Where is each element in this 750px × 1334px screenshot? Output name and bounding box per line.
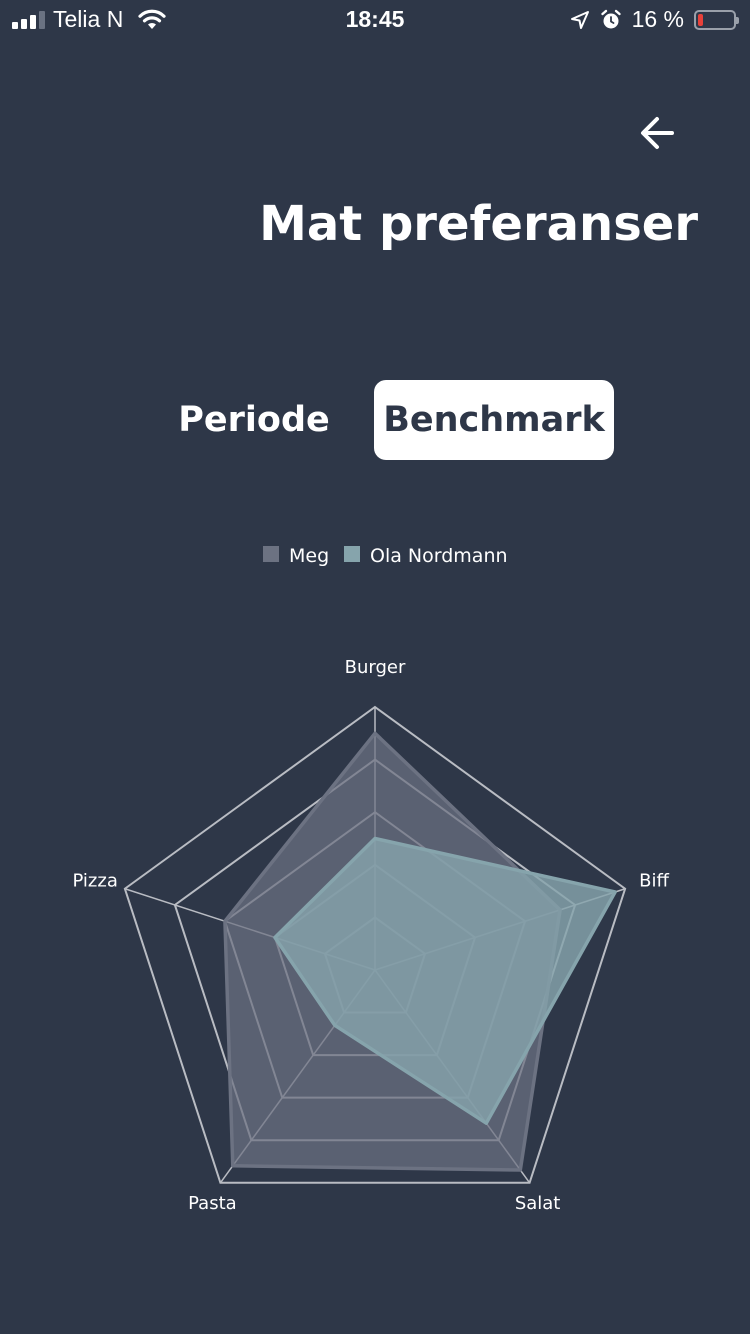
battery-icon — [694, 9, 739, 30]
category-label-burger: Burger — [345, 657, 406, 678]
radar-chart: Burger Biff Salat Pasta Pizza Meg Ola Nordmann — [72, 545, 669, 1214]
category-label-pizza: Pizza — [72, 871, 117, 892]
page-title: Mat preferanser — [259, 196, 698, 252]
back-button[interactable] — [628, 104, 686, 162]
location-arrow-icon — [570, 10, 589, 29]
legend-label-meg: Meg — [289, 545, 329, 567]
tab-benchmark[interactable]: Benchmark — [374, 380, 614, 460]
battery-level-fill — [698, 13, 703, 26]
arrow-left-icon — [641, 117, 674, 149]
battery-percent: 16 % — [631, 6, 684, 32]
legend-swatch-meg — [263, 546, 279, 562]
legend-label-ola-nordmann: Ola Nordmann — [370, 545, 508, 567]
category-label-salat: Salat — [515, 1193, 561, 1214]
category-label-biff: Biff — [639, 871, 669, 892]
tab-periode[interactable]: Periode — [156, 380, 352, 460]
status-bar: Telia N 18:45 16 % — [0, 0, 750, 42]
segmented-control: Periode Benchmark — [156, 380, 616, 460]
legend-swatch-ola-nordmann — [344, 546, 360, 562]
alarm-clock-icon — [600, 9, 621, 28]
status-right: 16 % — [570, 6, 739, 33]
category-label-pasta: Pasta — [188, 1193, 237, 1214]
